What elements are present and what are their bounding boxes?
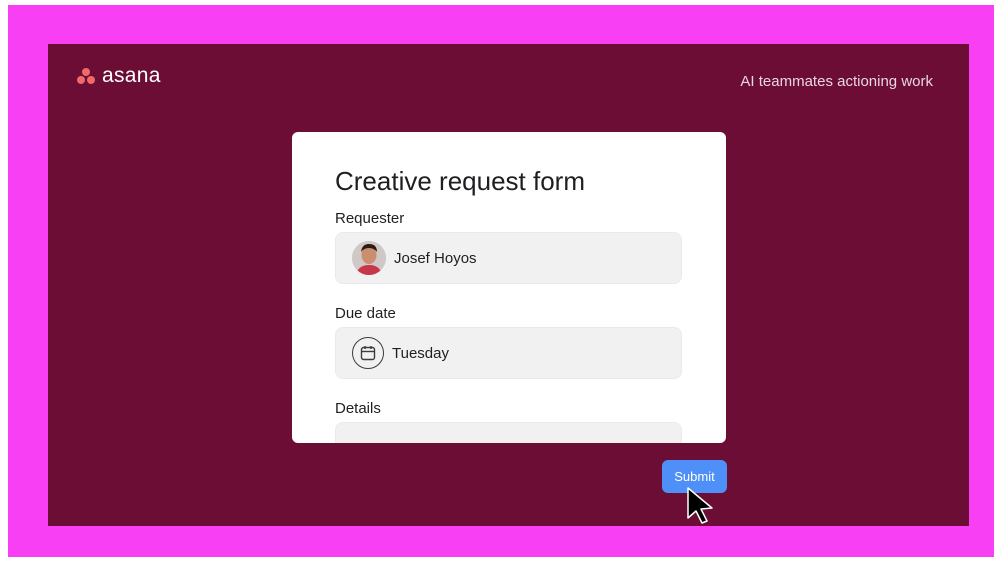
requester-field[interactable]: Josef Hoyos — [335, 232, 682, 284]
due-date-value: Tuesday — [392, 344, 449, 362]
asana-logo-icon — [76, 66, 96, 86]
asana-logo: asana — [76, 64, 161, 88]
calendar-icon — [352, 337, 384, 369]
form-title: Creative request form — [335, 166, 585, 196]
details-label: Details — [335, 400, 381, 417]
requester-label: Requester — [335, 210, 405, 227]
requester-name: Josef Hoyos — [394, 249, 477, 267]
arrow-cursor-icon — [687, 487, 713, 524]
logo-text: asana — [102, 64, 161, 87]
due-date-label: Due date — [335, 305, 396, 322]
tagline: AI teammates actioning work — [740, 73, 933, 90]
due-date-field[interactable]: Tuesday — [335, 327, 682, 379]
details-field[interactable] — [335, 422, 682, 443]
avatar — [352, 241, 386, 275]
request-form-card: Creative request form Requester Josef Ho… — [292, 132, 726, 443]
